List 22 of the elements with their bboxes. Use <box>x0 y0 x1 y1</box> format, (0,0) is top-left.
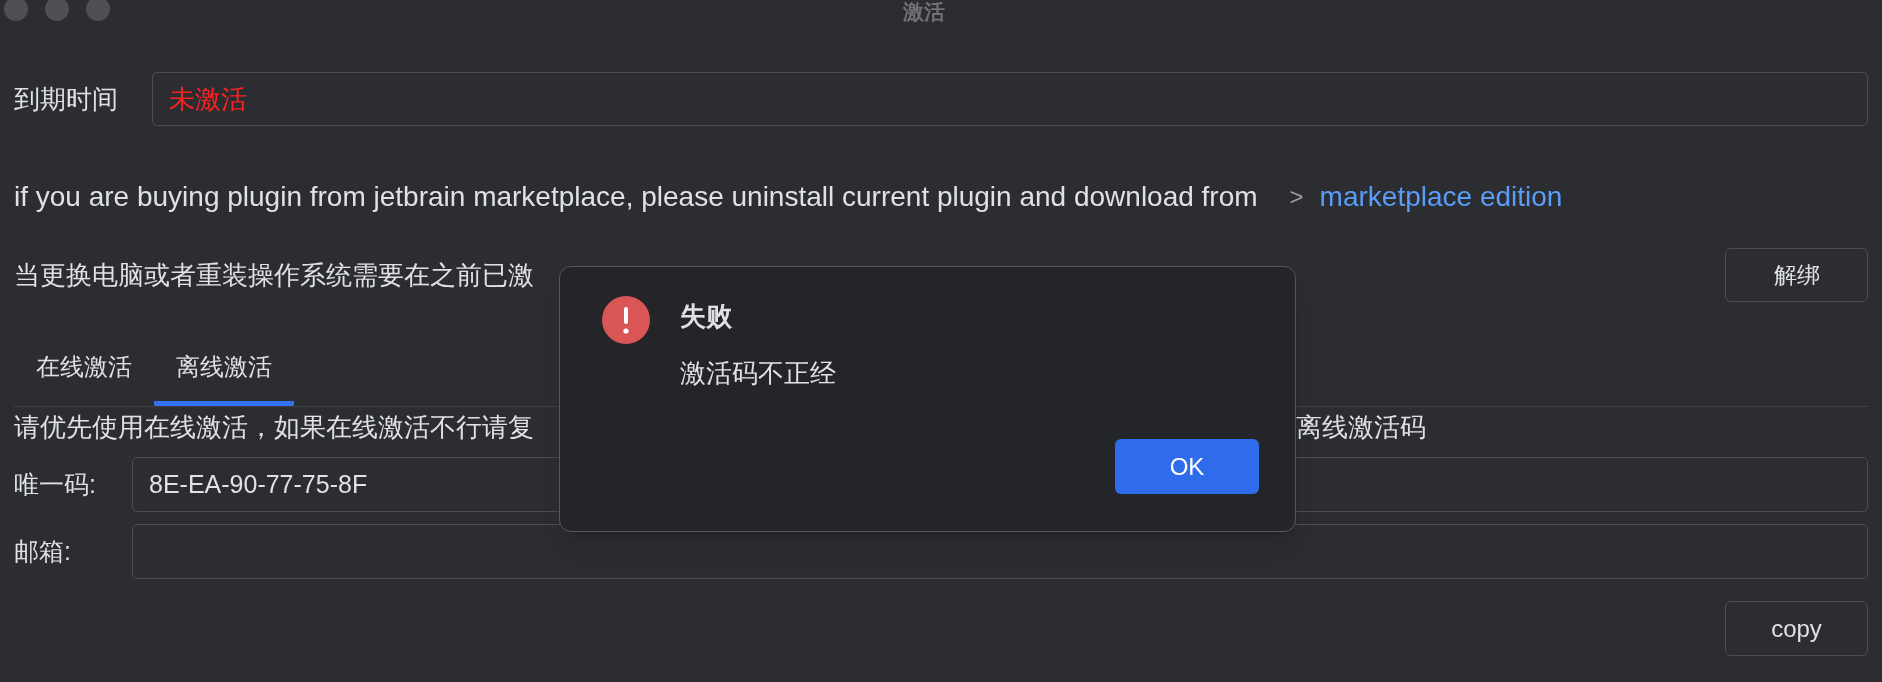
window-control-icon[interactable] <box>86 0 110 21</box>
dialog-title: 失败 <box>680 300 733 333</box>
error-icon <box>602 296 650 344</box>
copy-button[interactable]: copy <box>1725 601 1868 656</box>
window-title: 激活 <box>903 0 945 25</box>
window-control-icon[interactable] <box>4 0 28 21</box>
marketplace-link[interactable]: marketplace edition <box>1319 176 1563 218</box>
window-control-icon[interactable] <box>45 0 69 21</box>
field-label: 唯一码: <box>14 468 97 500</box>
unbind-button[interactable]: 解绑 <box>1725 248 1868 302</box>
dialog-message: 激活码不正经 <box>680 357 836 390</box>
instruction-text: 离线激活码 <box>1296 410 1426 444</box>
field-label: 到期时间 <box>14 82 119 116</box>
tab[interactable]: 在线激活 <box>14 326 154 406</box>
tab[interactable]: 离线激活 <box>154 326 294 406</box>
notice-text: 当更换电脑或者重装操作系统需要在之前已激 <box>14 258 534 292</box>
instruction-text: 请优先使用在线激活，如果在线激活不行请复 <box>14 411 534 442</box>
ok-button[interactable]: OK <box>1115 439 1259 494</box>
notice-text: if you are buying plugin from jetbrain marketplace, please uninstall current plugin and download from <box>14 180 1258 214</box>
expiry-field[interactable]: 未激活 <box>152 72 1868 126</box>
field-label: 邮箱: <box>14 535 72 567</box>
arrow-icon: > <box>1289 179 1304 215</box>
